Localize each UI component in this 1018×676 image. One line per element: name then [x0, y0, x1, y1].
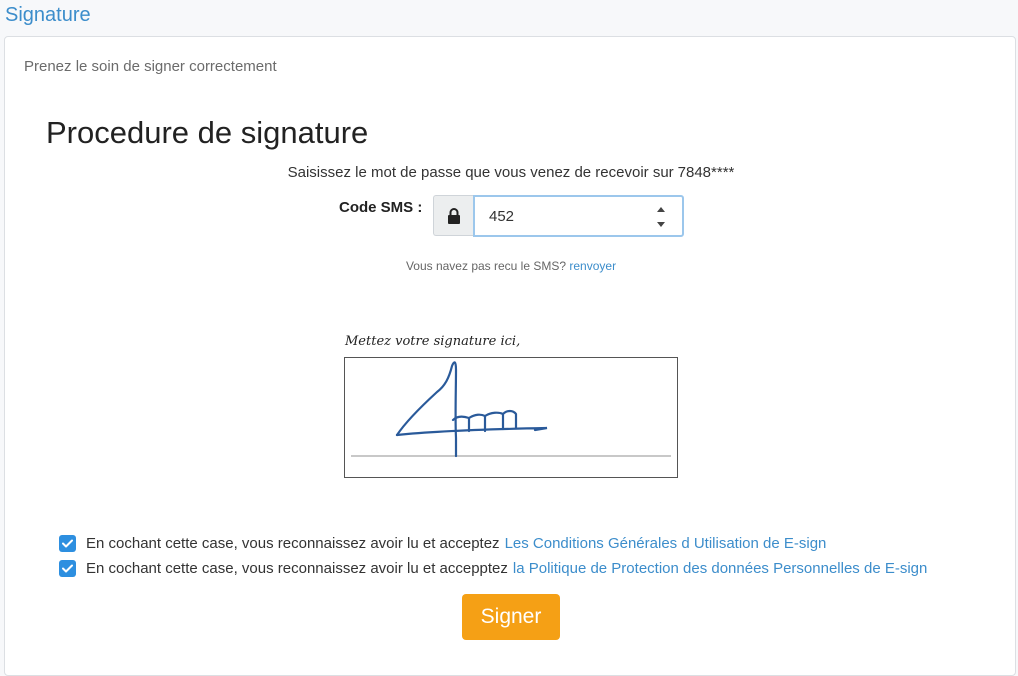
resend-sms-row: Vous navez pas recu le SMS? renvoyer — [5, 259, 1017, 273]
spin-down-icon[interactable] — [657, 222, 665, 227]
spin-up-icon[interactable] — [657, 207, 665, 212]
sms-instruction: Saisissez le mot de passe que vous venez… — [5, 164, 1017, 181]
masked-phone-number: 7848**** — [677, 164, 735, 181]
signature-stroke — [395, 361, 458, 458]
cgu-link[interactable]: Les Conditions Générales d Utilisation d… — [505, 535, 827, 552]
lock-icon — [433, 195, 473, 236]
cgu-checkbox[interactable] — [59, 535, 76, 552]
resend-link[interactable]: renvoyer — [569, 259, 616, 273]
sign-button[interactable]: Signer — [462, 594, 560, 640]
terms-row-privacy: En cochant cette case, vous reconnaissez… — [59, 560, 927, 577]
privacy-text: En cochant cette case, vous reconnaissez… — [86, 560, 508, 577]
procedure-heading: Procedure de signature — [46, 115, 369, 150]
privacy-link[interactable]: la Politique de Protection des données P… — [513, 560, 927, 577]
sms-code-input[interactable] — [473, 195, 684, 237]
terms-row-cgu: En cochant cette case, vous reconnaissez… — [59, 535, 826, 552]
panel-subtitle: Prenez le soin de signer correctement — [24, 58, 277, 75]
instruction-text: Saisissez le mot de passe que vous venez… — [287, 164, 674, 181]
signature-pad[interactable] — [344, 357, 678, 478]
privacy-checkbox[interactable] — [59, 560, 76, 577]
resend-text: Vous navez pas recu le SMS? — [405, 259, 567, 273]
page-title: Signature — [5, 4, 91, 26]
sms-code-label: Code SMS : — [339, 199, 423, 216]
signature-caption: Mettez votre signature ici, — [345, 334, 521, 349]
signature-panel: Prenez le soin de signer correctement Pr… — [4, 36, 1016, 676]
number-spinner[interactable] — [654, 207, 668, 227]
cgu-text: En cochant cette case, vous reconnaissez… — [86, 535, 500, 552]
